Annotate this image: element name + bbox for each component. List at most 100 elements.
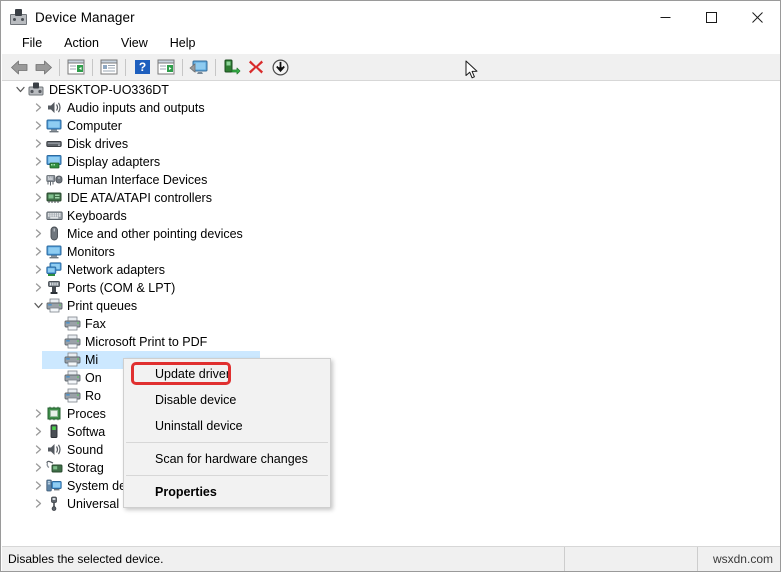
- tree-row-keyboards[interactable]: Keyboards: [2, 207, 780, 225]
- disable-device-button[interactable]: [268, 56, 292, 79]
- tree-item-label: Print queues: [67, 299, 138, 313]
- device-manager-window: Device Manager File Action View Help ? D…: [0, 0, 781, 572]
- tree-row-mice[interactable]: Mice and other pointing devices: [2, 225, 780, 243]
- tree-row-storage-controllers[interactable]: Storag: [2, 459, 780, 477]
- tree-row-selected-printer[interactable]: Mi: [2, 351, 780, 369]
- forward-button[interactable]: [31, 56, 55, 79]
- chevron-right-icon[interactable]: [30, 207, 46, 225]
- toolbar-separator: [59, 58, 60, 76]
- console-tree-icon: [67, 59, 85, 75]
- chevron-down-icon[interactable]: [12, 81, 28, 99]
- menu-view[interactable]: View: [110, 34, 159, 53]
- properties-button[interactable]: [97, 56, 121, 79]
- printer-icon: [64, 316, 82, 332]
- tree-row-root[interactable]: DESKTOP-UO336DT: [2, 81, 780, 99]
- tree-row-processors[interactable]: Proces: [2, 405, 780, 423]
- tree-row-ports[interactable]: Ports (COM & LPT): [2, 279, 780, 297]
- back-button[interactable]: [7, 56, 31, 79]
- tree-item-label: Display adapters: [67, 155, 161, 169]
- chevron-right-icon[interactable]: [30, 243, 46, 261]
- chevron-right-icon[interactable]: [30, 495, 46, 513]
- tree-row-network-adapters[interactable]: Network adapters: [2, 261, 780, 279]
- tree-row-monitors[interactable]: Monitors: [2, 243, 780, 261]
- help-button[interactable]: ?: [130, 56, 154, 79]
- ctx-properties[interactable]: Properties: [124, 479, 330, 505]
- chevron-right-icon[interactable]: [30, 171, 46, 189]
- device-manager-icon: [10, 8, 27, 26]
- tree-row-sound-controllers[interactable]: Sound: [2, 441, 780, 459]
- printer-icon: [64, 388, 82, 404]
- chevron-right-icon[interactable]: [30, 441, 46, 459]
- svg-text:?: ?: [138, 60, 145, 74]
- tree-item-label: Human Interface Devices: [67, 173, 208, 187]
- ide-controller-icon: [46, 190, 64, 206]
- red-x-icon: [249, 60, 263, 74]
- chevron-right-icon[interactable]: [30, 99, 46, 117]
- chevron-right-icon[interactable]: [30, 189, 46, 207]
- tree-row-fax[interactable]: Fax: [2, 315, 780, 333]
- status-message: Disables the selected device.: [2, 547, 565, 571]
- chevron-right-icon[interactable]: [30, 135, 46, 153]
- show-hide-console-tree-button[interactable]: [64, 56, 88, 79]
- menu-file[interactable]: File: [11, 34, 53, 53]
- scan-hardware-changes-button[interactable]: [187, 56, 211, 79]
- processor-icon: [46, 406, 64, 422]
- tree-root-label: DESKTOP-UO336DT: [49, 83, 169, 97]
- tree-item-label: IDE ATA/ATAPI controllers: [67, 191, 212, 205]
- tree-row-print-queues[interactable]: Print queues: [2, 297, 780, 315]
- software-device-icon: [46, 424, 64, 440]
- ctx-update-driver[interactable]: Update driver: [124, 361, 330, 387]
- window-title: Device Manager: [35, 9, 135, 25]
- chevron-down-icon[interactable]: [30, 297, 46, 315]
- maximize-button[interactable]: [688, 1, 734, 33]
- tree-item-label: Mi: [85, 353, 99, 367]
- tree-item-label: Computer: [67, 119, 122, 133]
- context-menu-separator: [126, 442, 328, 443]
- tree-item-label: Mice and other pointing devices: [67, 227, 243, 241]
- tree-item-label: On: [85, 371, 102, 385]
- close-button[interactable]: [734, 1, 780, 33]
- context-menu[interactable]: Update driver Disable device Uninstall d…: [123, 358, 331, 508]
- chevron-right-icon[interactable]: [30, 153, 46, 171]
- tree-row-audio[interactable]: Audio inputs and outputs: [2, 99, 780, 117]
- chevron-right-icon[interactable]: [30, 279, 46, 297]
- monitor-icon: [46, 244, 64, 260]
- tree-row-system-devices[interactable]: System devices: [2, 477, 780, 495]
- chevron-right-icon[interactable]: [30, 423, 46, 441]
- minimize-button[interactable]: [642, 1, 688, 33]
- tree-row-hid[interactable]: Human Interface Devices: [2, 171, 780, 189]
- tree-row-display-adapters[interactable]: Display adapters: [2, 153, 780, 171]
- chevron-right-icon[interactable]: [30, 261, 46, 279]
- tree-item-label: Sound: [67, 443, 104, 457]
- ctx-disable-device[interactable]: Disable device: [124, 387, 330, 413]
- tree-row-usb-controllers[interactable]: Universal Serial Bus controllers: [2, 495, 780, 513]
- device-tree[interactable]: DESKTOP-UO336DT Audio inputs and outputs: [2, 81, 780, 546]
- uninstall-device-button[interactable]: [244, 56, 268, 79]
- chevron-right-icon[interactable]: [30, 477, 46, 495]
- monitor-icon: [46, 118, 64, 134]
- action-menu-button[interactable]: [154, 56, 178, 79]
- tree-item-label: Proces: [67, 407, 106, 421]
- tree-row-root-printer[interactable]: Ro: [2, 387, 780, 405]
- tree-row-ide-controllers[interactable]: IDE ATA/ATAPI controllers: [2, 189, 780, 207]
- menu-help[interactable]: Help: [159, 34, 207, 53]
- watermark: wsxdn.com: [712, 552, 773, 566]
- tree-row-microsoft-print-to-pdf[interactable]: Microsoft Print to PDF: [2, 333, 780, 351]
- tree-row-computer[interactable]: Computer: [2, 117, 780, 135]
- port-icon: [46, 280, 64, 296]
- tree-item-label: Ports (COM & LPT): [67, 281, 176, 295]
- update-driver-button[interactable]: [220, 56, 244, 79]
- ctx-uninstall-device[interactable]: Uninstall device: [124, 413, 330, 439]
- tree-row-onenote-printer[interactable]: On: [2, 369, 780, 387]
- ctx-scan-hardware-changes[interactable]: Scan for hardware changes: [124, 446, 330, 472]
- chevron-right-icon[interactable]: [30, 117, 46, 135]
- menu-action[interactable]: Action: [53, 34, 110, 53]
- chevron-right-icon[interactable]: [30, 405, 46, 423]
- printer-icon: [64, 334, 82, 350]
- tree-row-disk-drives[interactable]: Disk drives: [2, 135, 780, 153]
- chevron-right-icon[interactable]: [30, 225, 46, 243]
- help-icon: ?: [134, 60, 150, 74]
- chevron-right-icon[interactable]: [30, 459, 46, 477]
- tree-row-software-devices[interactable]: Softwa: [2, 423, 780, 441]
- arrow-left-icon: [10, 60, 27, 74]
